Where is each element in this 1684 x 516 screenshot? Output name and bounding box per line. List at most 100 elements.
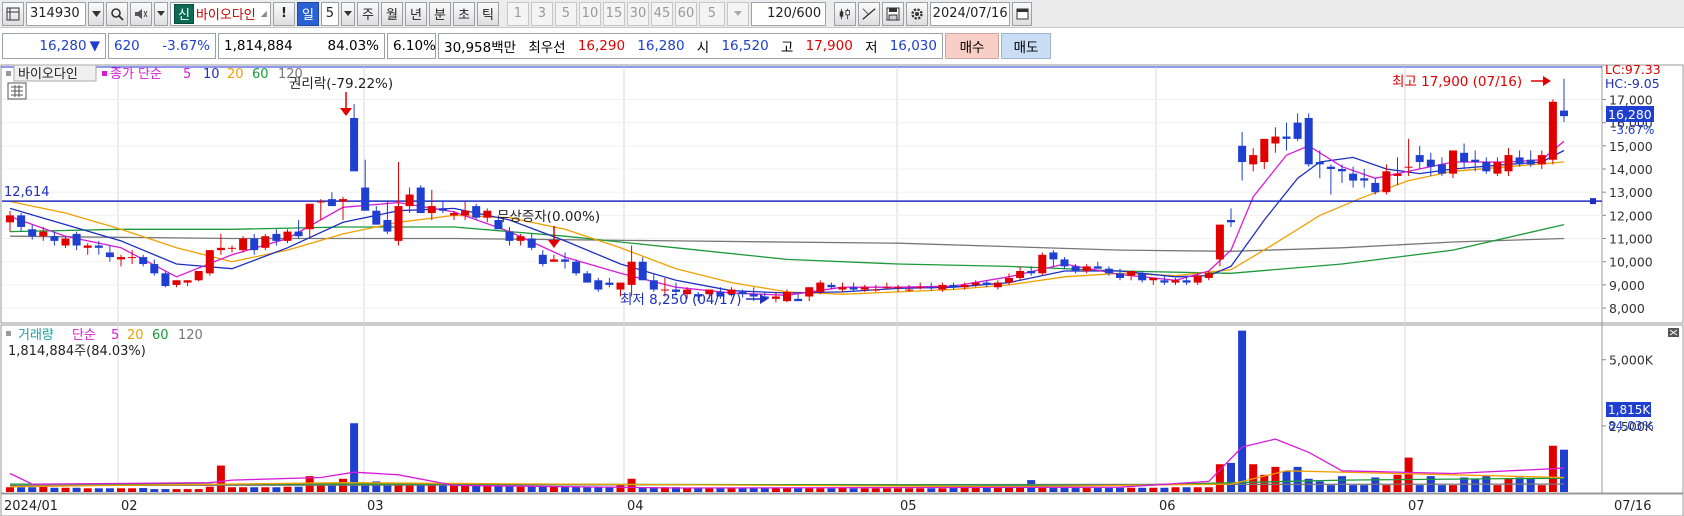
period-year-button[interactable]: 년 <box>404 1 427 26</box>
candle-body <box>1371 182 1380 193</box>
candle-body <box>1116 273 1124 278</box>
candle-body <box>183 280 192 283</box>
current-price-box: 16,280 ▼ <box>2 33 106 59</box>
calendar-icon[interactable] <box>1012 1 1033 26</box>
open-label: 시 <box>696 40 710 56</box>
volume-bar <box>1160 487 1169 492</box>
period-day-button[interactable]: 일 <box>296 1 319 26</box>
legend-marker <box>6 331 11 336</box>
chart-area[interactable]: 12,614 17,000 16,000 15,000 14,000 13,000 12,… <box>0 62 1684 516</box>
period-tick-button[interactable]: 틱 <box>476 1 499 26</box>
current-price: 16,280 <box>39 38 87 54</box>
period-number[interactable]: 5 <box>320 1 339 26</box>
candle-body <box>272 233 281 241</box>
candle-body <box>305 203 314 230</box>
reference-line-label: 12,614 <box>4 185 50 200</box>
count-field[interactable]: 120/600 <box>750 1 827 26</box>
candle-body <box>117 257 125 260</box>
volume-bar <box>705 488 714 492</box>
candle-body <box>294 231 303 237</box>
period-month-button[interactable]: 월 <box>380 1 403 26</box>
candle-body <box>450 213 458 216</box>
volume-bar <box>1093 488 1102 492</box>
candle-body <box>472 206 481 218</box>
interval-button[interactable]: 10 <box>578 1 601 26</box>
candle-body <box>1404 166 1413 168</box>
volume-bar <box>350 423 359 492</box>
interval-button[interactable]: 1 <box>506 1 529 26</box>
candle-body <box>1360 178 1369 181</box>
date-field[interactable]: 2024/07/16 <box>930 1 1011 26</box>
best-label: 최우선 <box>528 40 566 56</box>
x-axis-right-label: 07/16 <box>1614 499 1651 514</box>
candle-body <box>161 273 170 287</box>
period-dropdown-icon[interactable] <box>340 1 355 26</box>
interval-button[interactable]: 15 <box>602 1 625 26</box>
volume-bar <box>783 488 791 492</box>
x-label: 05 <box>900 499 917 514</box>
grid-toggle-icon[interactable] <box>7 82 27 100</box>
alert-button[interactable]: ! <box>272 1 295 26</box>
candle-body <box>416 187 425 214</box>
sell-button[interactable]: 매도 <box>1001 33 1051 59</box>
period-week-button[interactable]: 주 <box>356 1 379 26</box>
candle-body <box>1071 266 1080 271</box>
volume-bar <box>993 488 1002 492</box>
stock-label: 바이오다인 <box>18 67 78 82</box>
candle-body <box>949 284 958 288</box>
candle-body <box>1271 136 1280 144</box>
volume-bar <box>1526 478 1535 492</box>
candle-body <box>1526 159 1535 165</box>
price-tick-label: 10,000 <box>1609 255 1653 270</box>
x-label: 2024/01 <box>4 499 58 514</box>
legend-marker <box>102 71 107 76</box>
stock-chart[interactable]: 12,614 17,00016,00015,00014,00013,00012,… <box>0 62 1684 516</box>
volume-bar <box>1060 488 1069 492</box>
chart-settings-icon[interactable] <box>2 1 24 26</box>
tools-icon[interactable] <box>858 1 881 26</box>
candle-body <box>172 280 181 285</box>
speaker-dropdown-icon[interactable] <box>154 1 168 26</box>
volume-value: 1,814,884 <box>224 38 293 54</box>
candle-body <box>83 245 92 248</box>
interval-button[interactable]: 45 <box>650 1 673 26</box>
best-quote-box: 30,958백만 최우선 16,290 16,280 시 16,520 고 17… <box>438 33 943 59</box>
candle-body <box>1282 136 1291 139</box>
volume-bar <box>1537 485 1546 492</box>
price-tick-label: 12,000 <box>1609 208 1653 223</box>
volume-bar <box>327 485 336 492</box>
candle-body <box>1082 266 1091 271</box>
volume-panel-close-icon[interactable] <box>1668 328 1679 337</box>
interval-button[interactable]: 30 <box>626 1 649 26</box>
interval-button[interactable]: 60 <box>674 1 697 26</box>
price-tick-label: 8,000 <box>1609 301 1645 316</box>
trade-amount: 30,958백만 <box>444 40 517 56</box>
interval-button[interactable]: 5 <box>554 1 577 26</box>
stock-code-input[interactable]: 314930 <box>26 1 86 26</box>
interval-button[interactable]: 3 <box>530 1 553 26</box>
candle-body <box>816 282 825 292</box>
interval-custom-field[interactable]: 5 <box>698 1 725 26</box>
period-second-button[interactable]: 초 <box>452 1 475 26</box>
volume-bar <box>150 489 159 492</box>
search-icon[interactable] <box>106 1 128 26</box>
save-icon[interactable] <box>882 1 905 26</box>
gear-icon[interactable] <box>906 1 929 26</box>
volume-bar <box>28 487 37 492</box>
candle-body <box>838 287 847 290</box>
buy-button[interactable]: 매수 <box>945 33 999 59</box>
code-dropdown-icon[interactable] <box>88 1 104 26</box>
interval-dropdown-icon[interactable] <box>726 1 749 26</box>
candle-type-icon[interactable] <box>834 1 857 26</box>
volume-bar <box>1404 457 1413 492</box>
volume-bar <box>427 485 436 492</box>
period-minute-button[interactable]: 분 <box>428 1 451 26</box>
high-label: 고 <box>780 40 794 56</box>
change-value: 620 <box>114 38 140 54</box>
stock-name-field[interactable]: 신 바이오다인 ◢ <box>170 1 271 26</box>
volume-bar <box>1038 488 1047 492</box>
volume-bar <box>1360 485 1369 492</box>
speaker-icon[interactable] <box>130 1 152 26</box>
volume-bar <box>849 488 858 492</box>
candle-body <box>1204 273 1213 278</box>
